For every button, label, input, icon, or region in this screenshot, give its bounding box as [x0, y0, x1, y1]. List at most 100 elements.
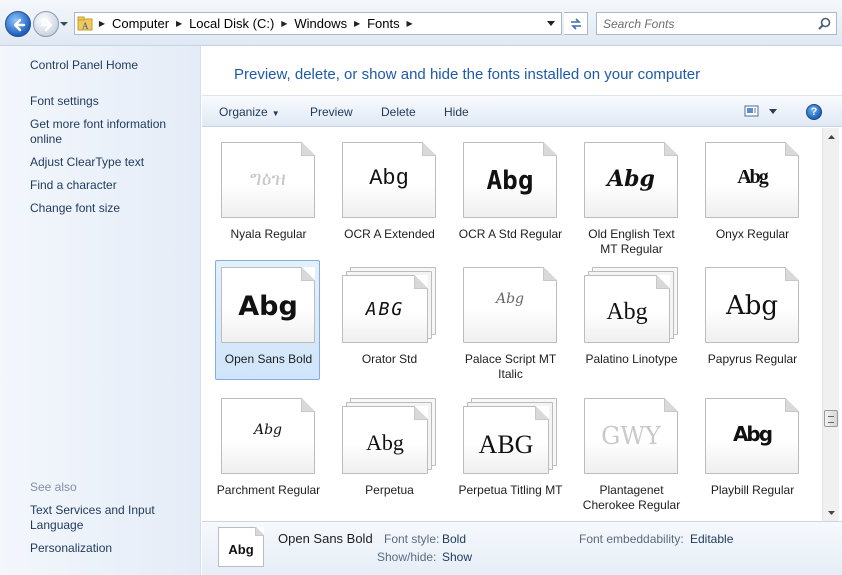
- font-label: OCR A Std Regular: [458, 227, 563, 241]
- font-tile[interactable]: Abg Papyrus Regular: [700, 261, 805, 381]
- page-corner-icon: [414, 406, 428, 420]
- refresh-icon: [570, 17, 581, 30]
- get-more-font-info-link[interactable]: Get more font information online: [30, 117, 180, 147]
- font-file-icon: Abg: [705, 142, 799, 218]
- breadcrumb-windows[interactable]: ▶ Windows: [277, 16, 350, 31]
- font-settings-link[interactable]: Font settings: [30, 94, 190, 109]
- font-tile[interactable]: ABG Orator Std: [337, 261, 442, 381]
- font-file-icon: Abg: [584, 142, 678, 218]
- scroll-down-button[interactable]: [823, 504, 840, 521]
- organize-menu[interactable]: Organize ▼: [219, 105, 280, 119]
- selected-font-name: Open Sans Bold: [278, 531, 373, 546]
- change-view-icon[interactable]: [744, 104, 760, 118]
- change-font-size-link[interactable]: Change font size: [30, 201, 190, 216]
- breadcrumb-local-disk[interactable]: ▶ Local Disk (C:): [172, 16, 277, 31]
- scroll-down-arrow-icon: [828, 510, 835, 515]
- font-tile[interactable]: Abg Old English Text MT Regular: [579, 136, 684, 256]
- font-tile[interactable]: Abg Playbill Regular: [700, 392, 805, 512]
- scroll-up-button[interactable]: [823, 128, 840, 145]
- font-tile[interactable]: GWY Plantagenet Cherokee Regular: [579, 392, 684, 512]
- font-file-icon: ግዕዝ: [221, 142, 315, 218]
- find-character-link[interactable]: Find a character: [30, 178, 190, 193]
- font-sample: Abg: [366, 430, 404, 455]
- font-sample: Abg: [253, 422, 283, 438]
- page-corner-icon: [543, 142, 557, 156]
- font-family-stack-icon: Abg: [584, 267, 678, 343]
- svg-text:A: A: [82, 21, 89, 31]
- page-corner-icon: [414, 275, 428, 289]
- refresh-button[interactable]: [564, 12, 588, 35]
- font-label: OCR A Extended: [344, 227, 435, 241]
- page-corner-icon: [543, 267, 557, 281]
- page-corner-icon: [255, 527, 264, 536]
- font-sample: Abg: [607, 166, 655, 192]
- help-icon: ?: [810, 106, 818, 118]
- delete-button[interactable]: Delete: [381, 105, 416, 119]
- search-icon[interactable]: [818, 17, 831, 30]
- font-style-value: Bold: [442, 532, 467, 546]
- font-embeddability-label: Font embeddability:: [579, 532, 684, 546]
- page-corner-icon: [422, 142, 436, 156]
- breadcrumb-computer[interactable]: ▶ Computer: [95, 16, 172, 31]
- page-corner-icon: [301, 398, 315, 412]
- back-button[interactable]: [5, 11, 31, 37]
- font-style-label: Font style:: [384, 532, 440, 546]
- font-label: Palatino Linotype: [585, 352, 678, 366]
- command-bar: Organize ▼ Preview Delete Hide ?: [202, 95, 842, 127]
- scroll-thumb[interactable]: [824, 410, 838, 427]
- view-options-chevron-icon[interactable]: [769, 109, 777, 115]
- font-file-icon: Abg: [221, 398, 315, 474]
- preview-button[interactable]: Preview: [310, 105, 353, 119]
- font-sample: Abg: [486, 166, 534, 196]
- breadcrumb-fonts[interactable]: ▶ Fonts ▶: [350, 16, 417, 31]
- font-tile[interactable]: Abg Palatino Linotype: [579, 261, 684, 381]
- breadcrumb[interactable]: A ▶ Computer ▶ Local Disk (C:) ▶ Windows ▶ F…: [74, 12, 562, 35]
- search-box[interactable]: [596, 12, 837, 35]
- hide-button[interactable]: Hide: [444, 105, 469, 119]
- forward-button[interactable]: [33, 11, 59, 37]
- font-file-icon: Abg: [221, 267, 315, 343]
- font-tile[interactable]: Abg OCR A Extended: [337, 136, 442, 256]
- font-tile[interactable]: Abg Perpetua: [337, 392, 442, 512]
- recent-pages-chevron-icon[interactable]: [60, 20, 68, 28]
- organize-chevron-icon: ▼: [271, 109, 280, 118]
- control-panel-home-link[interactable]: Control Panel Home: [30, 58, 190, 73]
- font-tile[interactable]: Abg Parchment Regular: [216, 392, 321, 512]
- font-tile[interactable]: Abg Open Sans Bold: [215, 260, 320, 380]
- search-input[interactable]: [603, 16, 813, 32]
- page-corner-icon: [785, 398, 799, 412]
- help-button[interactable]: ?: [806, 104, 822, 120]
- scroll-up-arrow-icon: [828, 134, 835, 139]
- left-pane: Control Panel Home Font settings Get mor…: [0, 46, 201, 575]
- font-file-icon: Abg: [342, 142, 436, 218]
- font-file-icon: Abg: [463, 267, 557, 343]
- font-label: Papyrus Regular: [707, 352, 798, 366]
- vertical-scrollbar[interactable]: [822, 128, 839, 521]
- font-label: Plantagenet Cherokee Regular: [582, 483, 681, 512]
- page-corner-icon: [785, 142, 799, 156]
- font-tile[interactable]: Abg Palace Script MT Italic: [458, 261, 563, 381]
- font-tile[interactable]: ABG Perpetua Titling MT: [458, 392, 563, 512]
- address-history-chevron-icon[interactable]: [547, 21, 555, 27]
- font-file-icon: Abg: [705, 398, 799, 474]
- font-family-stack-icon: ABG: [463, 398, 557, 474]
- font-label: Perpetua: [365, 483, 414, 497]
- text-services-link[interactable]: Text Services and Input Language: [30, 503, 160, 533]
- font-tile[interactable]: ግዕዝ Nyala Regular: [216, 136, 321, 256]
- font-label: Palace Script MT Italic: [464, 352, 557, 381]
- font-embeddability-value: Editable: [690, 532, 734, 546]
- font-tile[interactable]: Abg Onyx Regular: [700, 136, 805, 256]
- page-corner-icon: [301, 267, 315, 281]
- show-hide-value: Show: [442, 550, 473, 564]
- font-label: Playbill Regular: [710, 483, 795, 497]
- font-family-stack-icon: Abg: [342, 398, 436, 474]
- font-sample: Abg: [737, 166, 769, 188]
- font-sample: Abg: [732, 422, 773, 446]
- address-bar: A ▶ Computer ▶ Local Disk (C:) ▶ Windows ▶ F…: [0, 0, 842, 46]
- page-corner-icon: [535, 406, 549, 420]
- font-tile[interactable]: Abg OCR A Std Regular: [458, 136, 563, 256]
- adjust-cleartype-link[interactable]: Adjust ClearType text: [30, 155, 190, 170]
- font-sample: ABG: [478, 430, 534, 459]
- organize-label: Organize: [219, 105, 268, 119]
- personalization-link[interactable]: Personalization: [30, 541, 190, 556]
